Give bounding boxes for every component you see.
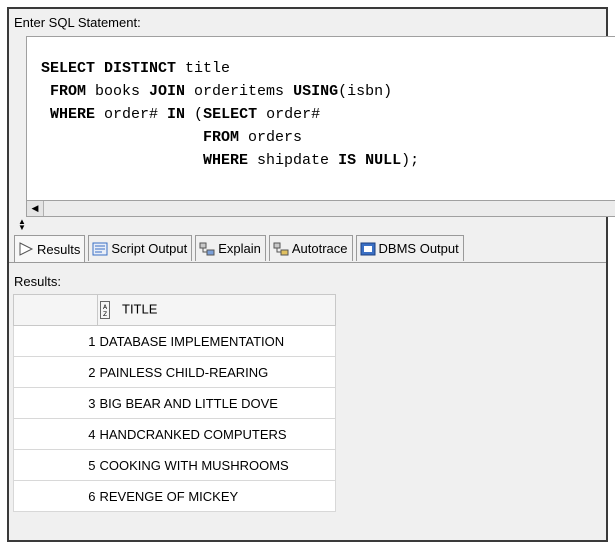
results-label: Results:	[14, 274, 61, 289]
sql-statement-label: Enter SQL Statement:	[14, 15, 141, 30]
sql-line: WHERE shipdate IS NULL);	[41, 152, 419, 169]
splitter-arrows-icon[interactable]: ▲ ▼	[18, 218, 26, 232]
output-tabs: Results Script Output Explain Autotrace …	[14, 235, 467, 263]
row-number: 4	[13, 418, 98, 450]
tab-explain[interactable]: Explain	[195, 235, 266, 261]
results-grid: A Z TITLE 1 DATABASE IMPLEMENTATION 2 PA…	[13, 294, 336, 512]
row-number: 1	[13, 325, 98, 357]
row-number: 3	[13, 387, 98, 419]
sql-text: orderitems	[185, 83, 294, 100]
panel-splitter[interactable]: ▲ ▼	[10, 218, 607, 232]
svg-text:Z: Z	[103, 311, 107, 318]
table-row[interactable]: 1 DATABASE IMPLEMENTATION	[13, 325, 336, 357]
tab-results-label: Results	[37, 241, 81, 257]
tab-underline	[9, 262, 606, 263]
title-cell[interactable]: PAINLESS CHILD-REARING	[97, 356, 336, 388]
column-header-title[interactable]: A Z TITLE	[97, 294, 336, 326]
sql-keyword: FROM	[203, 129, 240, 146]
table-row[interactable]: 5 COOKING WITH MUSHROOMS	[13, 449, 336, 481]
sql-text: (isbn)	[338, 83, 393, 100]
tab-autotrace-label: Autotrace	[291, 241, 348, 256]
dbms-output-icon	[360, 242, 376, 255]
row-number-header	[13, 294, 98, 326]
sql-line: FROM books JOIN orderitems USING(isbn)	[41, 83, 392, 100]
row-number: 5	[13, 449, 98, 481]
sql-editor[interactable]: SELECT DISTINCT title FROM books JOIN or…	[26, 36, 615, 201]
tab-autotrace[interactable]: Autotrace	[268, 235, 353, 261]
title-cell[interactable]: BIG BEAR AND LITTLE DOVE	[97, 387, 336, 419]
sql-text: order#	[257, 106, 321, 123]
table-row[interactable]: 6 REVENGE OF MICKEY	[13, 480, 336, 512]
tab-dbms-output-label: DBMS Output	[378, 241, 459, 256]
play-arrow-icon	[19, 242, 34, 256]
table-row[interactable]: 4 HANDCRANKED COMPUTERS	[13, 418, 336, 450]
sql-worksheet-frame: Enter SQL Statement: SELECT DISTINCT tit…	[7, 7, 615, 542]
sql-text: );	[401, 152, 420, 169]
sql-keyword: SELECT DISTINCT	[41, 60, 177, 77]
sql-keyword: FROM	[41, 83, 87, 100]
sql-text: title	[176, 60, 231, 77]
sql-text: order#	[95, 106, 168, 123]
table-row[interactable]: 2 PAINLESS CHILD-REARING	[13, 356, 336, 388]
sql-keyword: IN	[167, 106, 186, 123]
sql-keyword: WHERE	[203, 152, 249, 169]
sql-keyword: JOIN	[149, 83, 186, 100]
tab-results[interactable]: Results	[14, 235, 86, 263]
grid-header-row: A Z TITLE	[13, 294, 336, 326]
sql-text: shipdate	[248, 152, 339, 169]
sql-text: books	[86, 83, 150, 100]
sql-keyword: WHERE	[41, 106, 96, 123]
script-output-icon	[92, 242, 108, 255]
tab-dbms-output[interactable]: DBMS Output	[355, 235, 464, 261]
scroll-left-icon[interactable]: ◀	[27, 201, 44, 216]
tab-explain-label: Explain	[218, 241, 261, 256]
sql-keyword: SELECT	[203, 106, 258, 123]
sql-line: SELECT DISTINCT title	[41, 60, 230, 77]
title-cell[interactable]: HANDCRANKED COMPUTERS	[97, 418, 336, 450]
sql-text: (	[185, 106, 204, 123]
sql-keyword: IS NULL	[338, 152, 402, 169]
tab-script-output-label: Script Output	[111, 241, 188, 256]
table-row[interactable]: 3 BIG BEAR AND LITTLE DOVE	[13, 387, 336, 419]
sql-text: orders	[239, 129, 303, 146]
row-number: 2	[13, 356, 98, 388]
sql-line: WHERE order# IN (SELECT order#	[41, 106, 320, 123]
editor-horizontal-scrollbar[interactable]: ◀	[26, 201, 615, 217]
title-cell[interactable]: COOKING WITH MUSHROOMS	[97, 449, 336, 481]
sql-line: FROM orders	[41, 129, 302, 146]
row-number: 6	[13, 480, 98, 512]
explain-plan-icon	[199, 242, 215, 255]
autotrace-icon	[273, 242, 289, 255]
sql-code[interactable]: SELECT DISTINCT title FROM books JOIN or…	[41, 57, 419, 172]
title-cell[interactable]: DATABASE IMPLEMENTATION	[97, 325, 336, 357]
tab-script-output[interactable]: Script Output	[88, 235, 193, 261]
sort-az-icon[interactable]: A Z	[100, 301, 110, 319]
title-cell[interactable]: REVENGE OF MICKEY	[97, 480, 336, 512]
sql-keyword: USING	[293, 83, 339, 100]
column-header-label: TITLE	[122, 301, 158, 317]
